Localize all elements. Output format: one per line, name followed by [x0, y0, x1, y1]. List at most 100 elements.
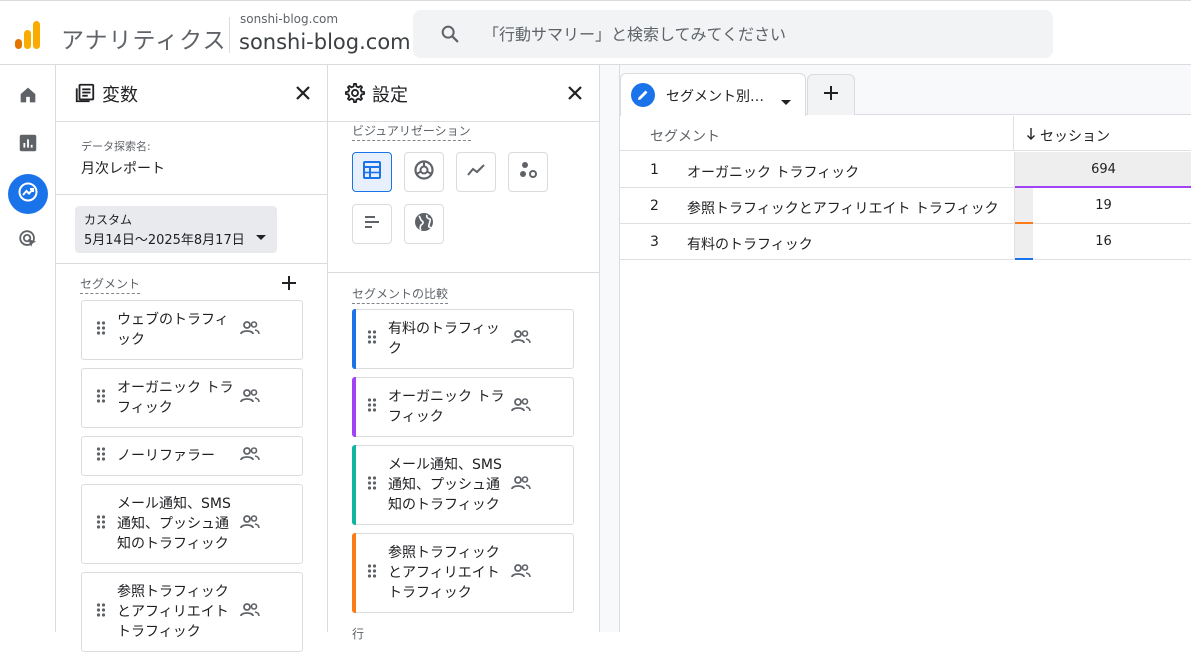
exploration-canvas: セグメント別… セグメント セッション 1 オーガニック トラフィック 694 … [600, 65, 1191, 632]
viz-geo-button[interactable] [404, 204, 444, 244]
property-account-name[interactable]: sonshi-blog.com [240, 12, 338, 26]
drag-handle-icon[interactable] [367, 329, 377, 349]
compare-segment-chip[interactable]: オーガニック トラフィック [352, 377, 574, 437]
tab-segment-overview[interactable]: セグメント別… [620, 73, 806, 116]
segment-chip-label: オーガニック トラフィック [117, 380, 234, 416]
drag-handle-icon[interactable] [96, 514, 106, 534]
line-chart-icon [465, 159, 487, 185]
drag-handle-icon[interactable] [96, 320, 106, 340]
table-row[interactable]: 1 オーガニック トラフィック 694 [620, 152, 1191, 188]
canvas-gutter [600, 65, 620, 632]
visualization-section-label: ビジュアリゼーション [352, 122, 471, 141]
exploration-name-label: データ探索名: [81, 140, 151, 153]
people-icon [240, 602, 260, 622]
variables-panel-title: 変数 [102, 85, 138, 106]
nav-explore[interactable] [8, 174, 48, 214]
viz-bar-button[interactable] [352, 204, 392, 244]
plus-icon [822, 84, 840, 106]
nav-advertising[interactable] [8, 221, 48, 261]
row-segment-name: 有料のトラフィック [687, 237, 813, 253]
close-icon[interactable] [291, 81, 315, 105]
drag-handle-icon[interactable] [96, 446, 106, 466]
table-icon [362, 160, 382, 184]
segment-color-marker [352, 533, 356, 613]
segment-chip[interactable]: メール通知、SMS 通知、プッシュ通知のトラフィック [81, 484, 303, 564]
add-tab-button[interactable] [807, 74, 855, 115]
row-index: 1 [650, 162, 659, 178]
nav-reports[interactable] [8, 125, 48, 165]
people-icon [511, 397, 531, 417]
reports-icon [17, 132, 39, 158]
exploration-name-field[interactable]: 月次レポート [81, 158, 165, 178]
people-icon [240, 388, 260, 408]
edit-pencil-icon[interactable] [631, 83, 655, 107]
sort-arrow-icon[interactable] [1026, 126, 1036, 145]
compare-segment-label: メール通知、SMS 通知、プッシュ通知のトラフィック [388, 457, 502, 513]
nav-home[interactable] [8, 77, 48, 117]
row-segment-name: オーガニック トラフィック [687, 165, 860, 181]
sessions-cell: 16 [1014, 224, 1191, 260]
tab-label: セグメント別… [666, 89, 764, 105]
sessions-cell: 19 [1014, 188, 1191, 224]
divider [328, 272, 599, 273]
segment-chip-label: メール通知、SMS 通知、プッシュ通知のトラフィック [117, 496, 231, 552]
drag-handle-icon[interactable] [96, 388, 106, 408]
sessions-value: 16 [1095, 234, 1112, 249]
column-divider [1013, 116, 1014, 151]
chevron-down-icon[interactable] [781, 91, 791, 110]
drag-handle-icon[interactable] [367, 475, 377, 495]
compare-segment-chip[interactable]: 有料のトラフィック [352, 309, 574, 369]
segment-color-marker [352, 309, 356, 369]
segment-chip[interactable]: ノーリファラー [81, 436, 303, 476]
date-range-selector[interactable]: カスタム 5月14日〜2025年8月17日 [75, 206, 277, 253]
segment-chip[interactable]: オーガニック トラフィック [81, 368, 303, 428]
viz-scatter-button[interactable] [508, 152, 548, 192]
people-icon [240, 514, 260, 534]
drag-handle-icon[interactable] [96, 602, 106, 622]
segment-color-marker [352, 445, 356, 525]
search-input[interactable] [483, 20, 1023, 48]
viz-donut-button[interactable] [404, 152, 444, 192]
property-name[interactable]: sonshi-blog.com [239, 30, 411, 54]
segment-compare-section-label: セグメントの比較 [352, 285, 449, 304]
divider [56, 263, 327, 264]
add-segment-icon[interactable] [280, 274, 298, 296]
search-bar[interactable] [413, 10, 1053, 58]
row-segment-name: 参照トラフィックとアフィリエイト トラフィック [687, 201, 999, 217]
explore-icon [16, 180, 40, 208]
bar-chart-icon [362, 212, 382, 236]
advertising-icon [17, 228, 39, 254]
table-header-row: セグメント セッション [620, 116, 1191, 151]
viz-line-button[interactable] [456, 152, 496, 192]
sessions-bar-underline [1015, 258, 1033, 260]
sessions-cell: 694 [1014, 152, 1191, 188]
people-icon [511, 329, 531, 349]
row-index: 2 [650, 198, 659, 214]
viz-table-button[interactable] [352, 152, 392, 192]
analytics-logo-icon[interactable] [14, 19, 42, 49]
compare-segment-label: 参照トラフィック とアフィリエイト トラフィック [388, 545, 500, 601]
people-icon [240, 446, 260, 466]
segment-chip-label: ウェブのトラフィック [117, 312, 229, 348]
table-row[interactable]: 3 有料のトラフィック 16 [620, 224, 1191, 260]
drag-handle-icon[interactable] [367, 397, 377, 417]
segment-chip[interactable]: 参照トラフィック とアフィリエイト トラフィック [81, 572, 303, 652]
globe-icon [413, 211, 435, 237]
compare-segment-chip[interactable]: 参照トラフィック とアフィリエイト トラフィック [352, 533, 574, 613]
header-divider [229, 17, 230, 53]
close-icon[interactable] [563, 81, 587, 105]
date-range-type: カスタム [84, 213, 133, 227]
people-icon [511, 475, 531, 495]
chevron-down-icon [256, 226, 266, 245]
segment-chip-label: ノーリファラー [117, 448, 215, 464]
settings-panel-title: 設定 [372, 85, 408, 106]
compare-segment-label: オーガニック トラフィック [388, 389, 505, 425]
drag-handle-icon[interactable] [367, 563, 377, 583]
variables-icon [74, 82, 96, 108]
segment-chip[interactable]: ウェブのトラフィック [81, 300, 303, 360]
left-nav-rail [0, 65, 56, 632]
app-title: アナリティクス [61, 28, 227, 54]
date-range-value: 5月14日〜2025年8月17日 [84, 233, 245, 248]
compare-segment-chip[interactable]: メール通知、SMS 通知、プッシュ通知のトラフィック [352, 445, 574, 525]
table-row[interactable]: 2 参照トラフィックとアフィリエイト トラフィック 19 [620, 188, 1191, 224]
